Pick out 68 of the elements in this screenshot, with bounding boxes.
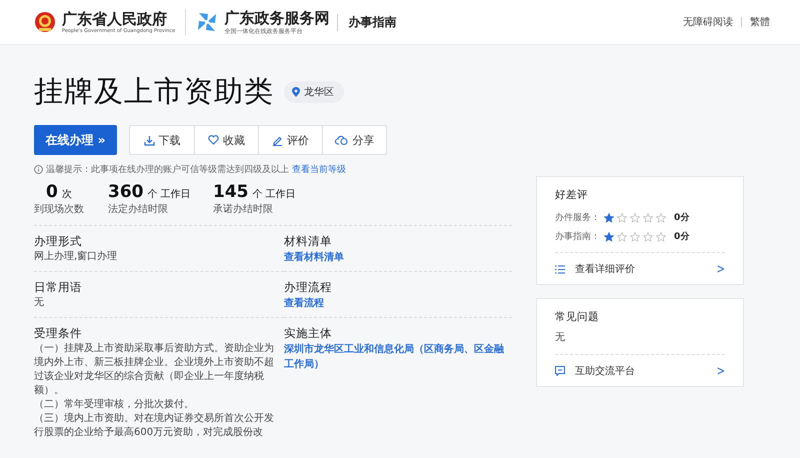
action-button[interactable]: 分享 — [322, 126, 386, 154]
portal-title: 广东政务服务网 — [224, 8, 330, 26]
site-title: 广东省人民政府 — [62, 10, 168, 28]
detail-text: （一）挂牌及上市资助采取事后资助方式。资助企业为境内外上市、新三板挂牌企业。企业境外上市资助不超过该企业对龙华区的综合贡献（即企业上一年度纳税额）。 — [34, 342, 275, 398]
stat-unit: 次 — [62, 189, 72, 200]
rating-score: 0分 — [674, 230, 690, 243]
rating-label: 办件服务： — [555, 212, 600, 224]
detail-link[interactable]: 深圳市龙华区工业和信息化局（区商务局、区金融工作局） — [284, 342, 512, 372]
region-text: 龙华区 — [304, 86, 334, 99]
download-icon — [144, 134, 154, 146]
star-icon — [656, 212, 666, 222]
detail-label: 日常用语 — [34, 279, 83, 296]
header-link[interactable]: 无障碍阅读 — [683, 15, 733, 29]
rating-score: 0分 — [674, 212, 690, 224]
detail-label: 办理流程 — [284, 279, 333, 296]
card-link[interactable]: 互助交流平台 — [575, 364, 635, 378]
star-icon — [643, 212, 653, 222]
chevron-icon[interactable]: > — [716, 262, 725, 276]
detail-label: 受理条件 — [34, 325, 83, 342]
heart-icon — [208, 135, 219, 145]
cloud-icon — [334, 134, 348, 146]
stat-unit: 个 工作日 — [252, 189, 296, 200]
detail-text: （二）常年受理审核，分批次拨付。 — [34, 398, 195, 412]
page-title: 挂牌及上市资助类 — [34, 73, 274, 110]
detail-label: 实施主体 — [284, 325, 333, 342]
notice-link[interactable]: 查看当前等级 — [292, 163, 346, 176]
star-icon — [643, 232, 653, 242]
star-icon — [617, 212, 627, 222]
stat-value: 145 — [213, 182, 248, 202]
location-pin-icon — [292, 87, 300, 97]
stat-value: 0 — [46, 182, 58, 202]
star-icon — [656, 232, 666, 242]
info-icon — [34, 165, 43, 174]
detail-text: 无 — [34, 296, 45, 310]
detail-link[interactable]: 查看流程 — [284, 296, 512, 311]
stat-label: 法定办结时限 — [108, 202, 169, 216]
stat-label: 承诺办结时限 — [213, 202, 274, 216]
notice-text: 温馨提示：此事项在线办理的账户可信等级需达到四级及以上 — [46, 164, 289, 176]
detail-text: （三）境内上市资助。对在境内证券交易所首次公开发行股票的企业给予最高600万元资助，对完成股份改 — [34, 412, 275, 440]
detail-link[interactable]: 查看材料清单 — [284, 250, 512, 265]
card-title: 好差评 — [555, 188, 589, 202]
stat-value: 360 — [108, 182, 144, 202]
emblem-icon — [34, 11, 56, 33]
detail-label: 办理形式 — [34, 233, 83, 250]
pencil-icon — [272, 134, 283, 146]
detail-label: 材料清单 — [284, 233, 333, 250]
header-link[interactable]: 繁體 — [750, 15, 770, 29]
online-apply-button[interactable]: 在线办理 » — [34, 125, 117, 155]
section-title: 办事指南 — [337, 14, 396, 30]
stat-label: 到现场次数 — [34, 203, 85, 216]
star-icon — [604, 212, 614, 222]
stat-unit: 个 工作日 — [148, 189, 191, 200]
list-icon — [555, 264, 565, 274]
rating-label: 办事指南： — [555, 230, 600, 243]
card-title: 常见问题 — [555, 310, 600, 324]
action-button[interactable]: 收藏 — [194, 126, 258, 154]
pinwheel-logo-icon — [196, 11, 218, 33]
card-link[interactable]: 查看详细评价 — [575, 262, 635, 276]
star-icon — [630, 232, 640, 242]
card-text: 无 — [555, 331, 566, 344]
star-icon — [630, 212, 640, 222]
action-button[interactable]: 下载 — [130, 126, 194, 154]
chevron-icon[interactable]: > — [716, 364, 725, 378]
detail-text: 网上办理,窗口办理 — [34, 250, 118, 264]
star-icon — [604, 232, 614, 242]
chat-icon — [555, 366, 565, 376]
action-button[interactable]: 评价 — [258, 126, 322, 154]
star-icon — [617, 232, 627, 242]
